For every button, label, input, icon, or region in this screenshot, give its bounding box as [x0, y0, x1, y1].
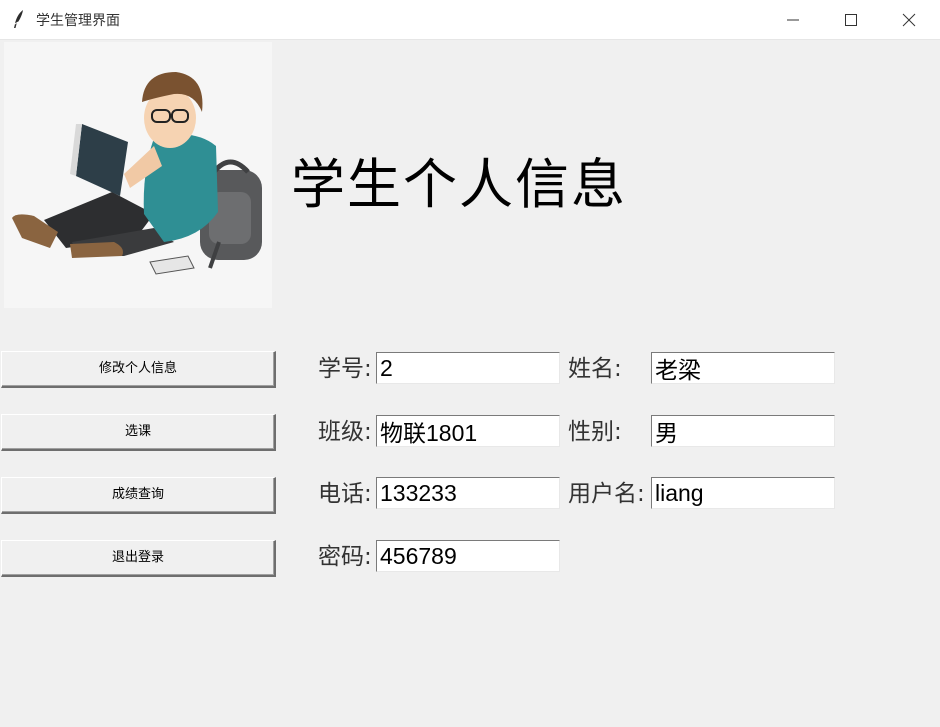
name-label: 姓名:: [568, 356, 622, 382]
grade-query-button[interactable]: 成绩查询: [1, 477, 276, 514]
main-panel: 学生个人信息 修改个人信息 选课 成绩查询 退出登录 学号: 姓名: 班级: 性…: [0, 40, 940, 727]
phone-field[interactable]: [376, 477, 560, 509]
course-selection-button[interactable]: 选课: [1, 414, 276, 451]
student-reading-illustration: [4, 42, 272, 308]
feather-icon: [14, 10, 23, 28]
minimize-button[interactable]: [764, 0, 822, 39]
class-field[interactable]: [376, 415, 560, 447]
close-button[interactable]: [880, 0, 938, 39]
maximize-button[interactable]: [822, 0, 880, 39]
gender-field[interactable]: [651, 415, 835, 447]
page-title: 学生个人信息: [291, 153, 627, 216]
phone-label: 电话:: [318, 481, 372, 507]
close-icon: [902, 13, 916, 27]
password-field[interactable]: [376, 540, 560, 572]
username-field[interactable]: [651, 477, 835, 509]
username-label: 用户名:: [568, 481, 645, 507]
password-label: 密码:: [318, 544, 372, 570]
name-field[interactable]: [651, 352, 835, 384]
edit-info-button[interactable]: 修改个人信息: [1, 351, 276, 388]
window-title: 学生管理界面: [36, 13, 120, 29]
student-id-label: 学号:: [318, 356, 372, 382]
class-label: 班级:: [318, 419, 372, 445]
student-id-field[interactable]: [376, 352, 560, 384]
logout-button[interactable]: 退出登录: [1, 540, 276, 577]
gender-label: 性别:: [568, 419, 622, 445]
window-titlebar[interactable]: 学生管理界面: [0, 0, 940, 40]
maximize-icon: [845, 14, 857, 26]
minimize-icon: [787, 19, 799, 21]
